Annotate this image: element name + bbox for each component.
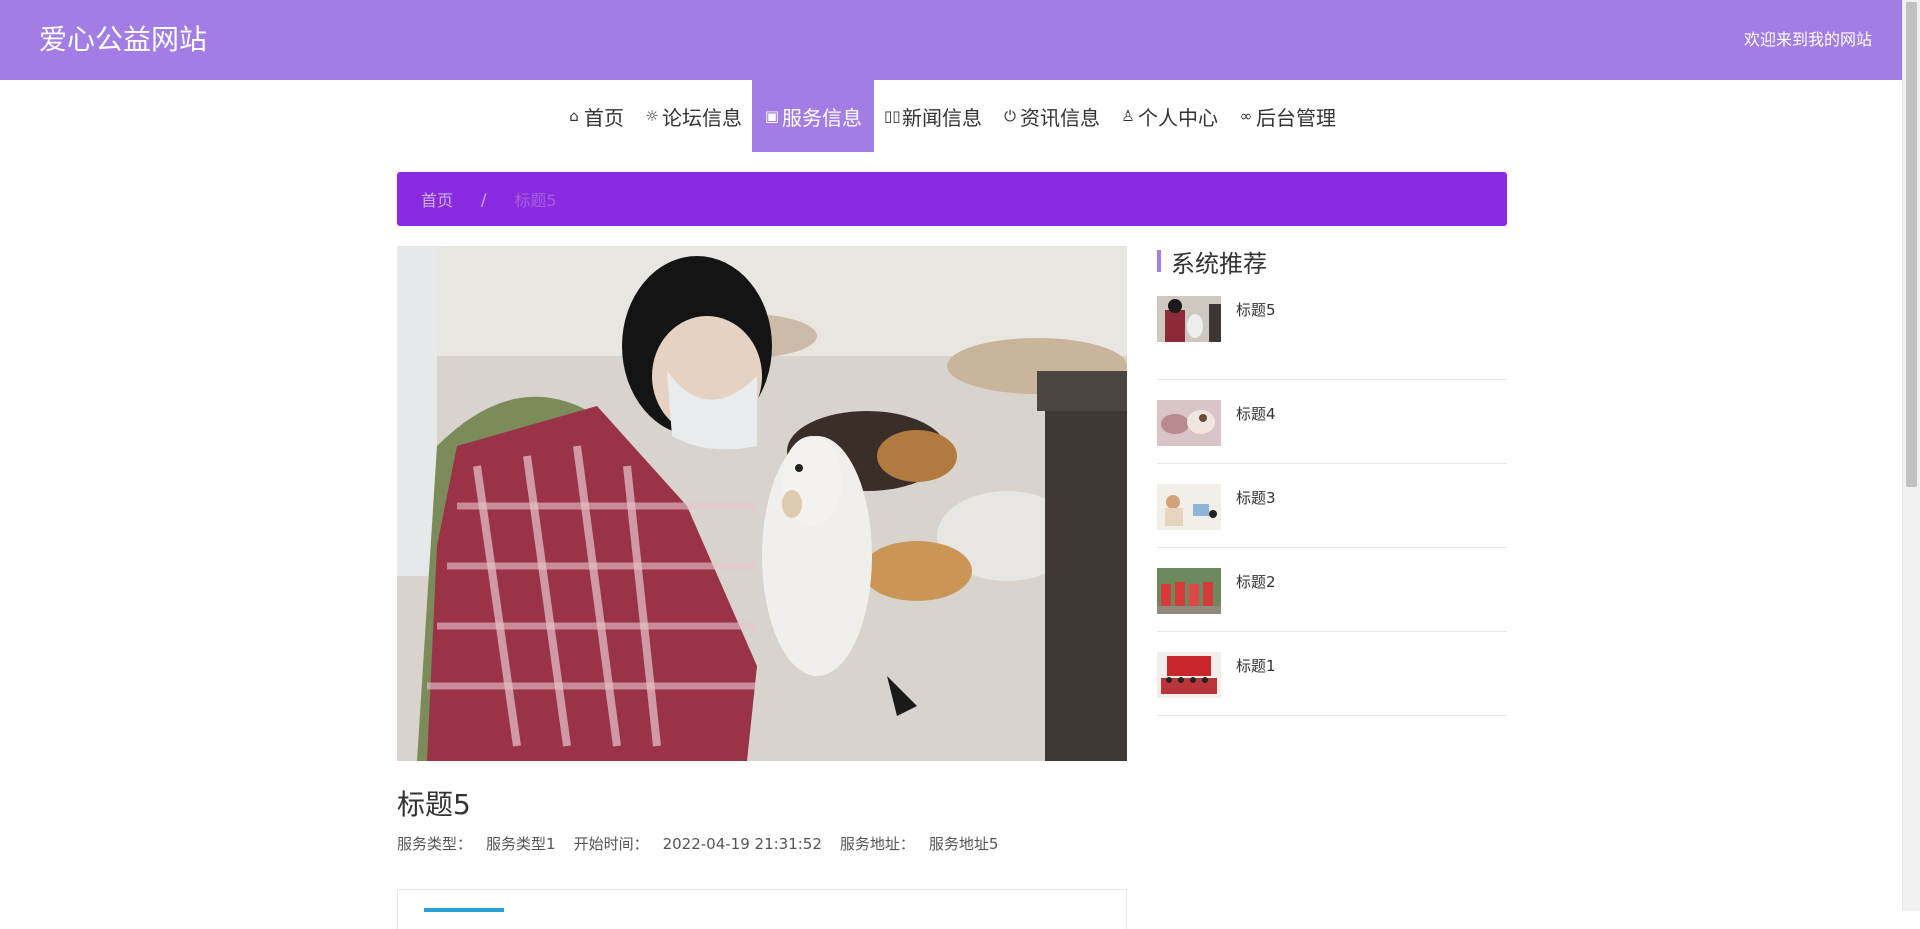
service-type-label: 服务类型：	[397, 835, 473, 853]
recommend-item[interactable]: 标题3	[1157, 464, 1507, 548]
header-accent-bar	[1157, 250, 1161, 272]
nav-item-label: 论坛信息	[662, 105, 742, 130]
detail-meta: 服务类型： 服务类型1 开始时间： 2022-04-19 21:31:52 服务地址： 服…	[397, 832, 1016, 856]
nav-item-admin[interactable]: ∞ 后台管理	[1228, 80, 1346, 152]
service-main-image	[397, 246, 1127, 761]
nav-item-services[interactable]: ▣ 服务信息	[752, 80, 874, 152]
user-icon: ♙	[1121, 107, 1135, 125]
recommend-item-title: 标题2	[1236, 573, 1276, 591]
site-title[interactable]: 爱心公益网站	[39, 20, 207, 60]
recommend-list: 标题5 标题4 标题3 标题2 标题1	[1157, 296, 1507, 716]
nav-item-profile[interactable]: ♙ 个人中心	[1110, 80, 1228, 152]
detail-title: 标题5	[397, 788, 471, 821]
start-time-value: 2022-04-19 21:31:52	[662, 835, 822, 853]
detail-tab-indicator[interactable]	[424, 908, 504, 912]
nav-item-news[interactable]: ▯▯ 新闻信息	[874, 80, 992, 152]
recommend-item-title: 标题3	[1236, 489, 1276, 507]
page-scrollbar[interactable]	[1902, 0, 1920, 911]
gift-icon: ▣	[764, 107, 780, 125]
recommend-item-title: 标题5	[1236, 301, 1276, 319]
scrollbar-thumb[interactable]	[1906, 2, 1917, 487]
recommend-title: 系统推荐	[1171, 249, 1267, 278]
thumbnail-image	[1157, 400, 1221, 446]
home-icon: ⌂	[569, 107, 579, 125]
thumbnail-image	[1157, 568, 1221, 614]
nav-item-label: 资讯信息	[1020, 105, 1100, 130]
breadcrumb-home-link[interactable]: 首页	[421, 187, 453, 211]
recommend-sidebar: 系统推荐 标题5 标题4 标题3 标题2 标题1	[1157, 246, 1507, 716]
main-nav: ⌂ 首页 ☼ 论坛信息 ▣ 服务信息 ▯▯ 新闻信息 ⏻ 资讯信息 ♙ 个人中心…	[0, 80, 1902, 152]
breadcrumb: 首页 / 标题5	[397, 172, 1507, 226]
recommend-item-title: 标题4	[1236, 405, 1276, 423]
breadcrumb-separator: /	[481, 189, 487, 209]
recommend-item[interactable]: 标题2	[1157, 548, 1507, 632]
power-icon: ⏻	[1004, 107, 1016, 125]
nav-item-label: 新闻信息	[902, 105, 982, 130]
nav-item-label: 服务信息	[782, 105, 862, 130]
nav-item-label: 后台管理	[1256, 105, 1336, 130]
photo-volunteer-with-dogs	[397, 246, 1127, 761]
thumbnail-image	[1157, 652, 1221, 698]
recommend-item-title: 标题1	[1236, 657, 1276, 675]
link-icon: ∞	[1239, 107, 1253, 125]
settings-icon: ☼	[645, 107, 659, 125]
top-header: 爱心公益网站 欢迎来到我的网站	[0, 0, 1902, 80]
recommend-header: 系统推荐	[1157, 246, 1507, 278]
recommend-item[interactable]: 标题1	[1157, 632, 1507, 716]
recommend-item[interactable]: 标题4	[1157, 380, 1507, 464]
nav-item-home[interactable]: ⌂ 首页	[556, 80, 634, 152]
service-address-label: 服务地址：	[839, 835, 915, 853]
book-icon: ▯▯	[884, 107, 901, 125]
nav-item-forum[interactable]: ☼ 论坛信息	[634, 80, 752, 152]
nav-item-info[interactable]: ⏻ 资讯信息	[992, 80, 1110, 152]
thumbnail-image	[1157, 484, 1221, 530]
service-type-value: 服务类型1	[486, 835, 556, 853]
nav-item-label: 首页	[584, 105, 624, 130]
nav-item-label: 个人中心	[1138, 105, 1218, 130]
detail-content-box	[397, 889, 1127, 929]
start-time-label: 开始时间：	[573, 835, 649, 853]
thumbnail-image	[1157, 296, 1221, 342]
breadcrumb-current: 标题5	[514, 191, 557, 210]
service-address-value: 服务地址5	[928, 835, 999, 853]
welcome-text: 欢迎来到我的网站	[1743, 30, 1872, 49]
recommend-item[interactable]: 标题5	[1157, 296, 1507, 380]
